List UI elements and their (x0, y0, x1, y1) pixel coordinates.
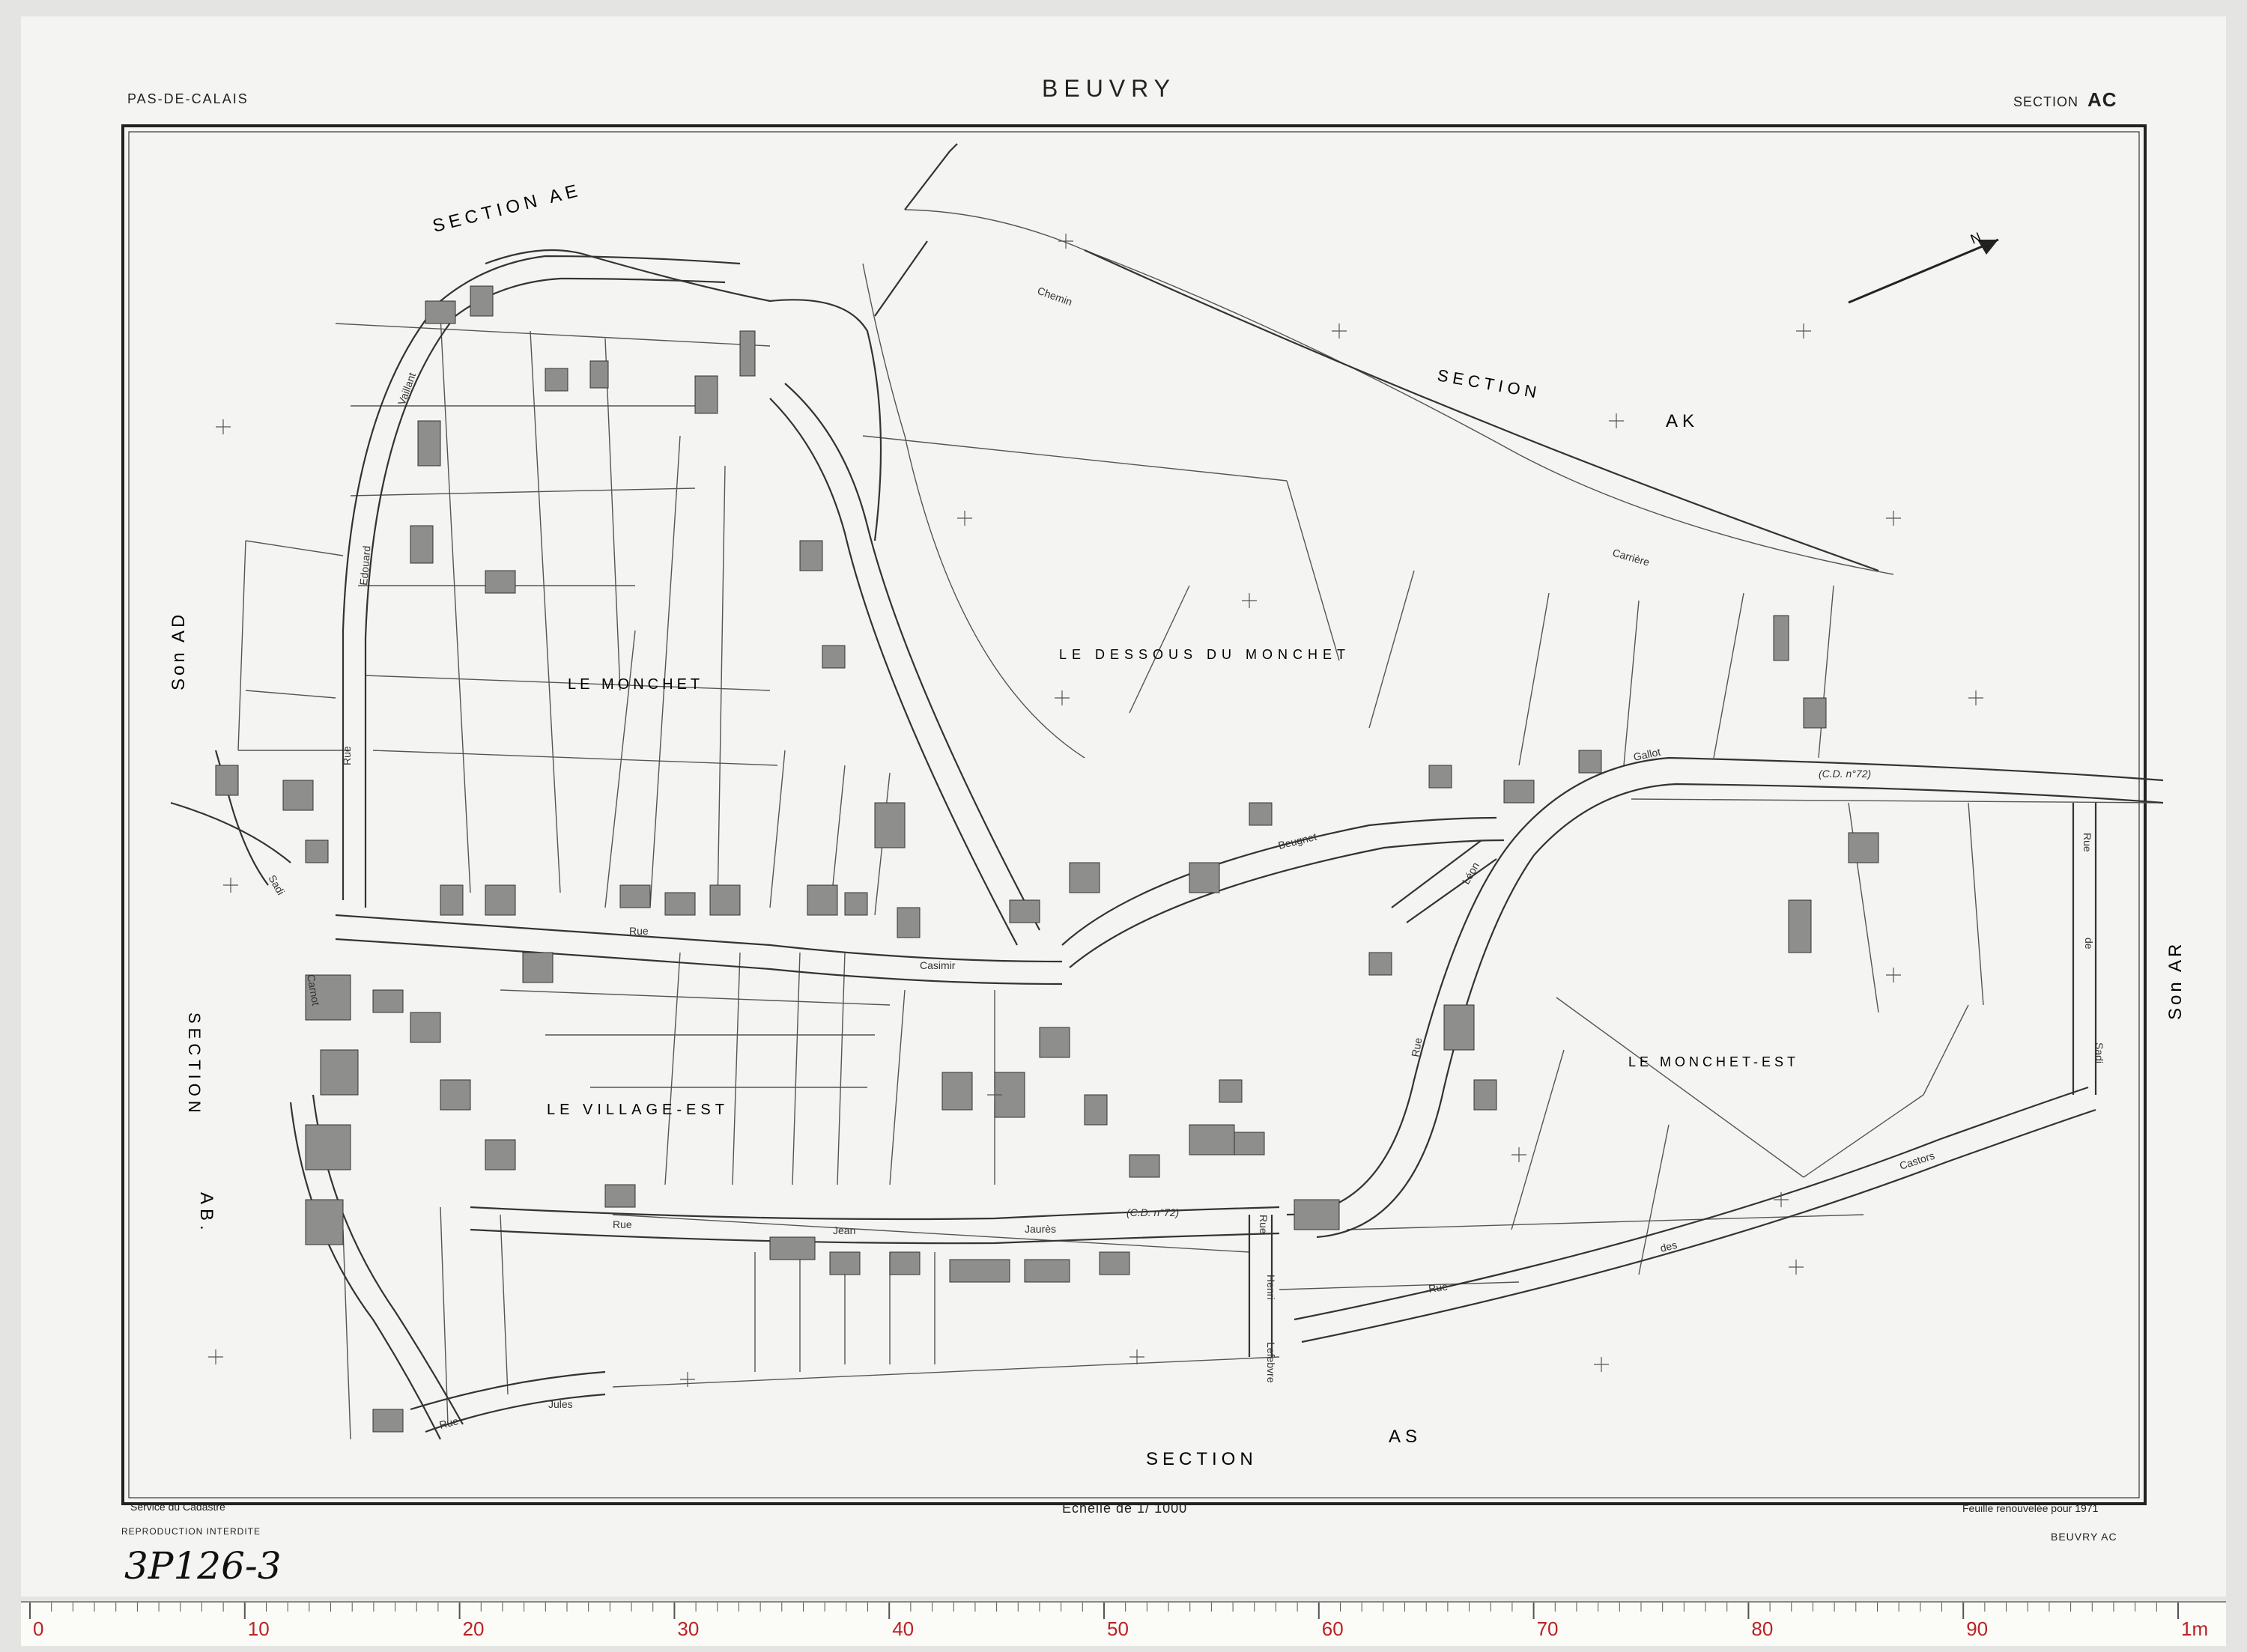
road-label-cd72-south: (C.D. n°72) (1126, 1206, 1179, 1218)
road-label-jaures: Jaurès (1025, 1223, 1056, 1235)
ruler-major-label: 50 (1107, 1618, 1129, 1640)
map-frame (121, 124, 2147, 1505)
road-label-henri: Henri (1265, 1275, 1277, 1299)
ruler-major-label: 30 (677, 1618, 699, 1640)
ruler-major-label: 90 (1966, 1618, 1988, 1640)
measuring-ruler: 0 10 20 30 40 50 60 70 80 90 1m (21, 1601, 2226, 1646)
section-ar-label: Son AR (2165, 941, 2186, 1020)
road-label-rue-west: Rue (341, 746, 353, 765)
ruler-major-label: 20 (463, 1618, 485, 1640)
section-ab-label-a: SECTION (185, 1012, 204, 1117)
section-ak-label-b: AK (1666, 411, 1699, 431)
section-ad-label: Son AD (169, 612, 189, 690)
section-as-label-b: AS (1389, 1427, 1422, 1447)
road-label-jean-rue: Rue (613, 1218, 632, 1230)
road-label-de: de (2083, 938, 2095, 950)
cadastral-map: N SECTION AE SECTION AK Son AD SECTION A… (121, 124, 2186, 1505)
road-label-henri-rue: Rue (1258, 1215, 1270, 1234)
section-as-label-a: SECTION (1146, 1449, 1258, 1469)
road-label-jules: Jules (548, 1398, 573, 1410)
locality-le-monchet: LE MONCHET (568, 676, 703, 693)
ruler-major-label: 60 (1322, 1618, 1344, 1640)
locality-le-dessous-du-monchet: LE DESSOUS DU MONCHET (1059, 647, 1350, 662)
map-sheet: PAS-DE-CALAIS BEUVRY SECTION AC Service … (21, 16, 2226, 1597)
ruler-major-label: 40 (892, 1618, 914, 1640)
road-label-rue-north: Rue (629, 925, 649, 937)
ruler-major-label: 80 (1751, 1618, 1773, 1640)
road-label-casimir: Casimir (920, 959, 956, 971)
road-label-cd72-east: (C.D. n°72) (1819, 768, 1871, 780)
road-label-jean: Jean (833, 1224, 855, 1236)
road-label-lefebvre: Lefebvre (1265, 1342, 1277, 1383)
road-label-rue-sadi-east: Rue (2081, 833, 2093, 852)
ruler-major-label: 70 (1537, 1618, 1559, 1640)
locality-le-village-est: LE VILLAGE-EST (547, 1102, 729, 1118)
locality-le-monchet-est: LE MONCHET-EST (1628, 1054, 1799, 1069)
ruler-major-label: 10 (248, 1618, 270, 1640)
ruler-major-label: 1m (2181, 1618, 2208, 1640)
ruler-major-label: 0 (33, 1618, 43, 1640)
road-label-sadi-east: Sadi (2093, 1042, 2105, 1063)
section-ab-label-b: AB. (196, 1192, 216, 1235)
